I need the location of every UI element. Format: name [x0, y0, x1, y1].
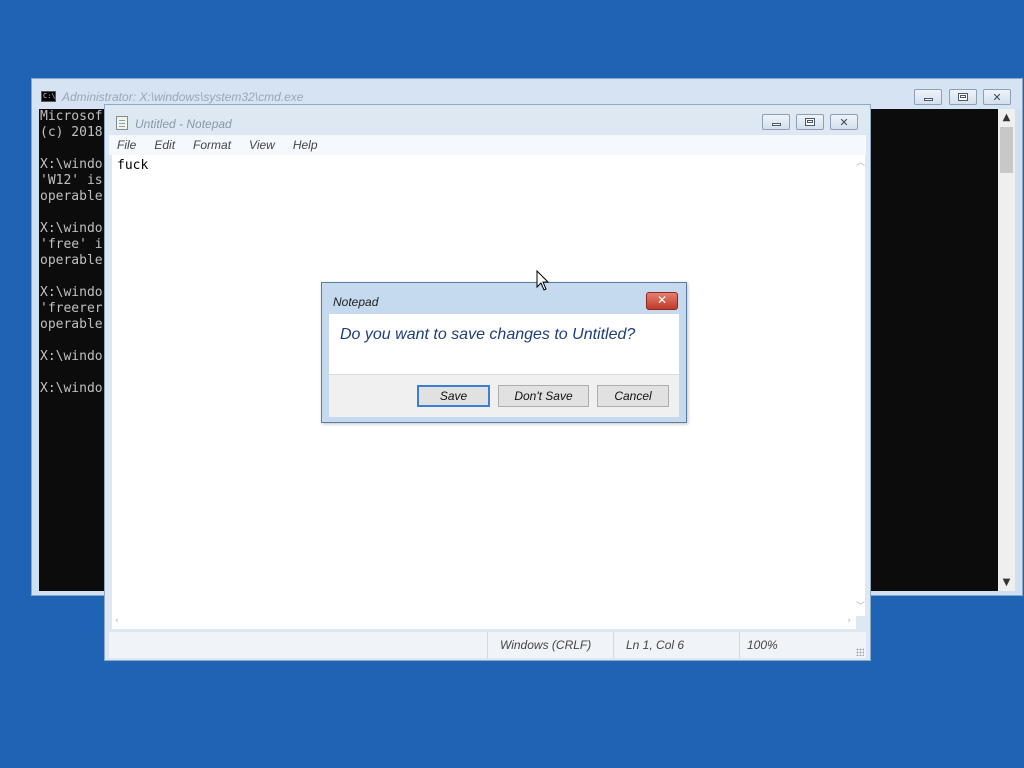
cmd-vertical-scrollbar[interactable]: ▲ ▼: [998, 109, 1015, 591]
status-cursor-position: Ln 1, Col 6: [613, 632, 739, 658]
notepad-close-button[interactable]: ✕: [830, 114, 858, 130]
menu-edit[interactable]: Edit: [146, 138, 183, 152]
scroll-down-icon[interactable]: ﹀: [856, 603, 865, 612]
notepad-app-icon: [116, 116, 128, 130]
notepad-menubar: File Edit Format View Help: [109, 135, 866, 155]
save-button[interactable]: Save: [417, 385, 490, 407]
cmd-close-button[interactable]: ✕: [983, 89, 1011, 105]
menu-file[interactable]: File: [109, 138, 144, 152]
scroll-up-icon[interactable]: ▲: [998, 109, 1015, 126]
cancel-button[interactable]: Cancel: [597, 385, 669, 407]
scroll-down-icon[interactable]: ▼: [998, 574, 1015, 591]
scroll-up-icon[interactable]: ︿: [856, 159, 865, 168]
minimize-icon: [771, 122, 781, 126]
cmd-app-icon: C:\: [41, 91, 56, 102]
menu-help[interactable]: Help: [285, 138, 326, 152]
mouse-cursor-icon: [536, 270, 550, 291]
dialog-title: Notepad: [333, 295, 379, 309]
cmd-maximize-button[interactable]: [949, 89, 977, 105]
menu-format[interactable]: Format: [185, 138, 239, 152]
save-changes-dialog[interactable]: Notepad ✕ Do you want to save changes to…: [321, 282, 687, 423]
scrollbar-thumb[interactable]: [1000, 127, 1013, 173]
close-icon: ✕: [839, 115, 849, 129]
minimize-icon: [923, 97, 933, 101]
dialog-message: Do you want to save changes to Untitled?: [340, 326, 636, 343]
cmd-window-title: Administrator: X:\windows\system32\cmd.e…: [62, 90, 304, 104]
notepad-window-title: Untitled - Notepad: [135, 117, 232, 131]
dialog-body: Do you want to save changes to Untitled?…: [329, 314, 679, 417]
notepad-statusbar: Windows (CRLF) Ln 1, Col 6 100%: [109, 631, 866, 658]
scroll-right-icon[interactable]: ›: [847, 617, 851, 626]
dont-save-button[interactable]: Don't Save: [498, 385, 589, 407]
dialog-close-button[interactable]: ✕: [646, 292, 678, 310]
restore-icon: [958, 93, 968, 101]
cmd-minimize-button[interactable]: [914, 89, 942, 105]
close-icon: ✕: [656, 293, 668, 307]
restore-icon: [805, 118, 815, 126]
notepad-vertical-scrollbar[interactable]: ︿ ﹀: [856, 155, 865, 616]
notepad-minimize-button[interactable]: [762, 114, 790, 130]
close-icon: ✕: [992, 90, 1002, 104]
notepad-maximize-button[interactable]: [796, 114, 824, 130]
notepad-content[interactable]: fuck: [112, 155, 856, 173]
status-zoom: 100%: [739, 632, 864, 658]
dialog-button-bar: Save Don't Save Cancel: [329, 374, 679, 417]
notepad-titlebar[interactable]: Untitled - Notepad ✕: [105, 105, 870, 135]
menu-view[interactable]: View: [241, 138, 283, 152]
notepad-horizontal-scrollbar[interactable]: ‹ ›: [112, 616, 856, 629]
scroll-left-icon[interactable]: ‹: [115, 617, 119, 626]
status-line-endings: Windows (CRLF): [487, 632, 613, 658]
resize-grip-icon[interactable]: [856, 648, 864, 656]
